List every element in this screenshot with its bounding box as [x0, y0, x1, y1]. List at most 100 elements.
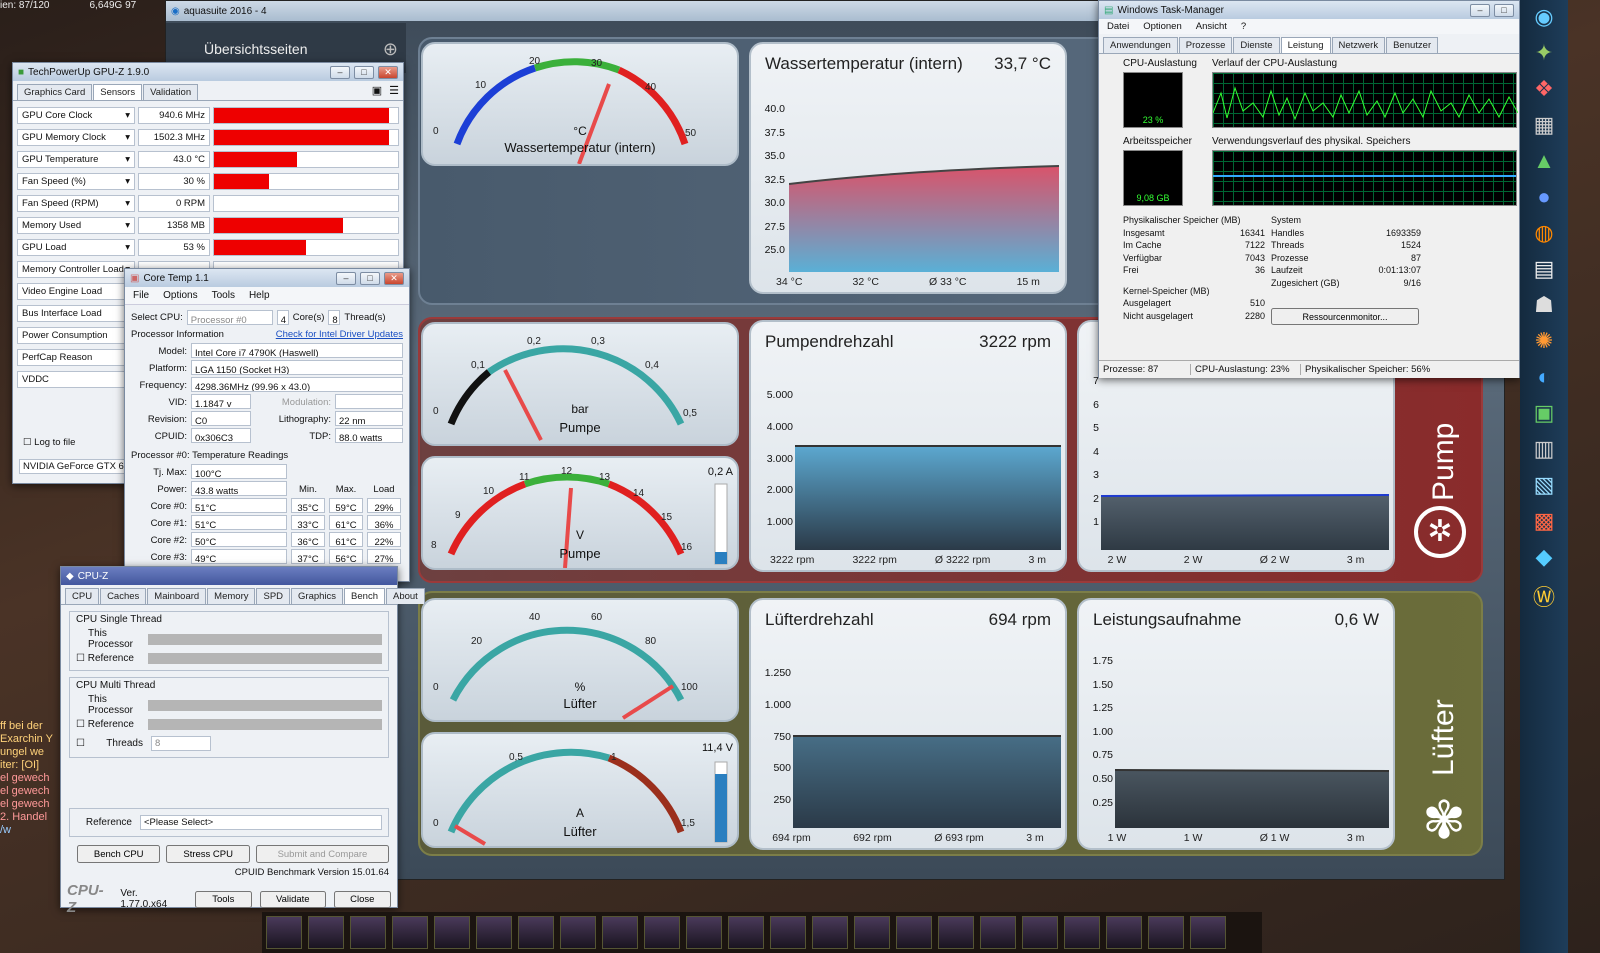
action-slot-icon[interactable]: [1106, 916, 1142, 949]
action-slot-icon[interactable]: [896, 916, 932, 949]
dock-app-icon[interactable]: ✺: [1535, 328, 1553, 354]
action-slot-icon[interactable]: [518, 916, 554, 949]
action-slot-icon[interactable]: [938, 916, 974, 949]
windows-icon[interactable]: ◉: [1534, 4, 1553, 30]
driver-updates-link[interactable]: Check for Intel Driver Updates: [276, 326, 403, 343]
dock-app-icon[interactable]: ▩: [1534, 508, 1555, 534]
sensor-label[interactable]: Fan Speed (%) ▾: [17, 172, 135, 190]
alien-icon[interactable]: ☗: [1534, 292, 1554, 318]
dock-app-icon[interactable]: ▧: [1534, 472, 1555, 498]
close-button[interactable]: Close: [333, 890, 392, 908]
tab-mainboard[interactable]: Mainboard: [147, 588, 207, 604]
dock-app-icon[interactable]: ▥: [1534, 436, 1555, 462]
menu-help[interactable]: Help: [249, 290, 270, 301]
dock-app-icon[interactable]: ◆: [1536, 544, 1553, 570]
tab-anwendungen[interactable]: Anwendungen: [1103, 37, 1178, 53]
sensor-label[interactable]: GPU Memory Clock ▾: [17, 128, 135, 146]
tab-sensors[interactable]: Sensors: [93, 84, 143, 100]
threads-checkbox[interactable]: ☐: [76, 738, 85, 749]
sensor-label[interactable]: VDDC▾: [17, 370, 135, 388]
action-slot-icon[interactable]: [644, 916, 680, 949]
camera-icon[interactable]: ▣: [372, 84, 382, 100]
gpuz-titlebar[interactable]: ■ TechPowerUp GPU-Z 1.9.0 – □ ✕: [13, 63, 403, 81]
tab-netzwerk[interactable]: Netzwerk: [1331, 37, 1386, 53]
action-slot-icon[interactable]: [1190, 916, 1226, 949]
minimize-button[interactable]: –: [1470, 3, 1490, 17]
tab-leistung[interactable]: Leistung: [1280, 37, 1331, 53]
maximize-button[interactable]: □: [360, 271, 380, 285]
maximize-button[interactable]: □: [1494, 3, 1514, 17]
action-slot-icon[interactable]: [728, 916, 764, 949]
tab-graphics[interactable]: Graphics: [291, 588, 344, 604]
menu-icon[interactable]: ☰: [389, 84, 399, 100]
tab-memory[interactable]: Memory: [207, 588, 256, 604]
threads-select[interactable]: 8: [150, 736, 211, 751]
tab-validation[interactable]: Validation: [143, 84, 199, 100]
sensor-label[interactable]: PerfCap Reason▾: [17, 348, 135, 366]
tab-dienste[interactable]: Dienste: [1233, 37, 1280, 53]
cpuz-titlebar[interactable]: ◆ CPU-Z: [61, 567, 397, 585]
dock-app-icon[interactable]: ◐: [1537, 364, 1550, 390]
minimize-button[interactable]: –: [330, 65, 350, 79]
tab-prozesse[interactable]: Prozesse: [1178, 37, 1233, 53]
sensor-label[interactable]: GPU Load ▾: [17, 238, 135, 256]
action-slot-icon[interactable]: [308, 916, 344, 949]
menu-optionen[interactable]: Optionen: [1143, 21, 1182, 32]
action-slot-icon[interactable]: [854, 916, 890, 949]
action-slot-icon[interactable]: [266, 916, 302, 949]
tab-about[interactable]: About: [385, 588, 425, 604]
dock-app-icon[interactable]: ●: [1537, 184, 1550, 210]
validate-button[interactable]: Validate: [260, 890, 326, 908]
action-slot-icon[interactable]: [392, 916, 428, 949]
tab-benutzer[interactable]: Benutzer: [1386, 37, 1439, 53]
processor-select[interactable]: Processor #0: [186, 310, 273, 325]
stress-cpu-button[interactable]: Stress CPU: [166, 845, 250, 863]
menu-help[interactable]: ?: [1241, 21, 1246, 32]
reference-select[interactable]: <Please Select>: [140, 815, 382, 830]
action-slot-icon[interactable]: [1064, 916, 1100, 949]
action-slot-icon[interactable]: [812, 916, 848, 949]
maximize-button[interactable]: □: [354, 65, 374, 79]
menu-file[interactable]: File: [133, 290, 149, 301]
dock-app-icon[interactable]: ▣: [1534, 400, 1555, 426]
menu-ansicht[interactable]: Ansicht: [1196, 21, 1227, 32]
action-slot-icon[interactable]: [602, 916, 638, 949]
sensor-label[interactable]: Video Engine Load▾: [17, 282, 135, 300]
tab-caches[interactable]: Caches: [100, 588, 147, 604]
sensor-label[interactable]: GPU Core Clock ▾: [17, 106, 135, 124]
sensor-label[interactable]: Fan Speed (RPM) ▾: [17, 194, 135, 212]
add-page-icon[interactable]: ⊕: [383, 39, 398, 60]
action-slot-icon[interactable]: [560, 916, 596, 949]
resource-monitor-button[interactable]: Ressourcenmonitor...: [1271, 308, 1419, 325]
single-reference-checkbox[interactable]: ☐ Reference: [76, 653, 142, 664]
calendar-icon[interactable]: ▤: [1534, 256, 1555, 282]
menu-tools[interactable]: Tools: [212, 290, 235, 301]
tab-spd[interactable]: SPD: [256, 588, 291, 604]
multi-reference-checkbox[interactable]: ☐ Reference: [76, 719, 142, 730]
sensor-label[interactable]: Memory Controller Load▾: [17, 260, 135, 278]
firefox-icon[interactable]: ◍: [1534, 220, 1553, 246]
close-button[interactable]: ✕: [384, 271, 404, 285]
tools-button[interactable]: Tools: [194, 890, 253, 908]
bench-cpu-button[interactable]: Bench CPU: [77, 845, 161, 863]
sensor-label[interactable]: Power Consumption▾: [17, 326, 135, 344]
action-slot-icon[interactable]: [1148, 916, 1184, 949]
coretemp-titlebar[interactable]: ▣ Core Temp 1.1 – □ ✕: [125, 269, 409, 287]
action-slot-icon[interactable]: [770, 916, 806, 949]
sensor-label[interactable]: Memory Used ▾: [17, 216, 135, 234]
action-slot-icon[interactable]: [476, 916, 512, 949]
taskmanager-titlebar[interactable]: ▤ Windows Task-Manager – □: [1099, 1, 1519, 19]
tab-bench[interactable]: Bench: [344, 588, 385, 604]
action-slot-icon[interactable]: [980, 916, 1016, 949]
minimize-button[interactable]: –: [336, 271, 356, 285]
tab-graphics-card[interactable]: Graphics Card: [17, 84, 93, 100]
gpu-device-select[interactable]: NVIDIA GeForce GTX 68: [19, 459, 129, 474]
dock-app-icon[interactable]: ▦: [1534, 112, 1555, 138]
log-to-file[interactable]: ☐ Log to file: [23, 437, 75, 448]
close-button[interactable]: ✕: [378, 65, 398, 79]
action-slot-icon[interactable]: [686, 916, 722, 949]
sensor-label[interactable]: Bus Interface Load▾: [17, 304, 135, 322]
action-slot-icon[interactable]: [434, 916, 470, 949]
submit-compare-button[interactable]: Submit and Compare: [255, 845, 390, 863]
wow-icon[interactable]: Ⓦ: [1533, 580, 1555, 612]
